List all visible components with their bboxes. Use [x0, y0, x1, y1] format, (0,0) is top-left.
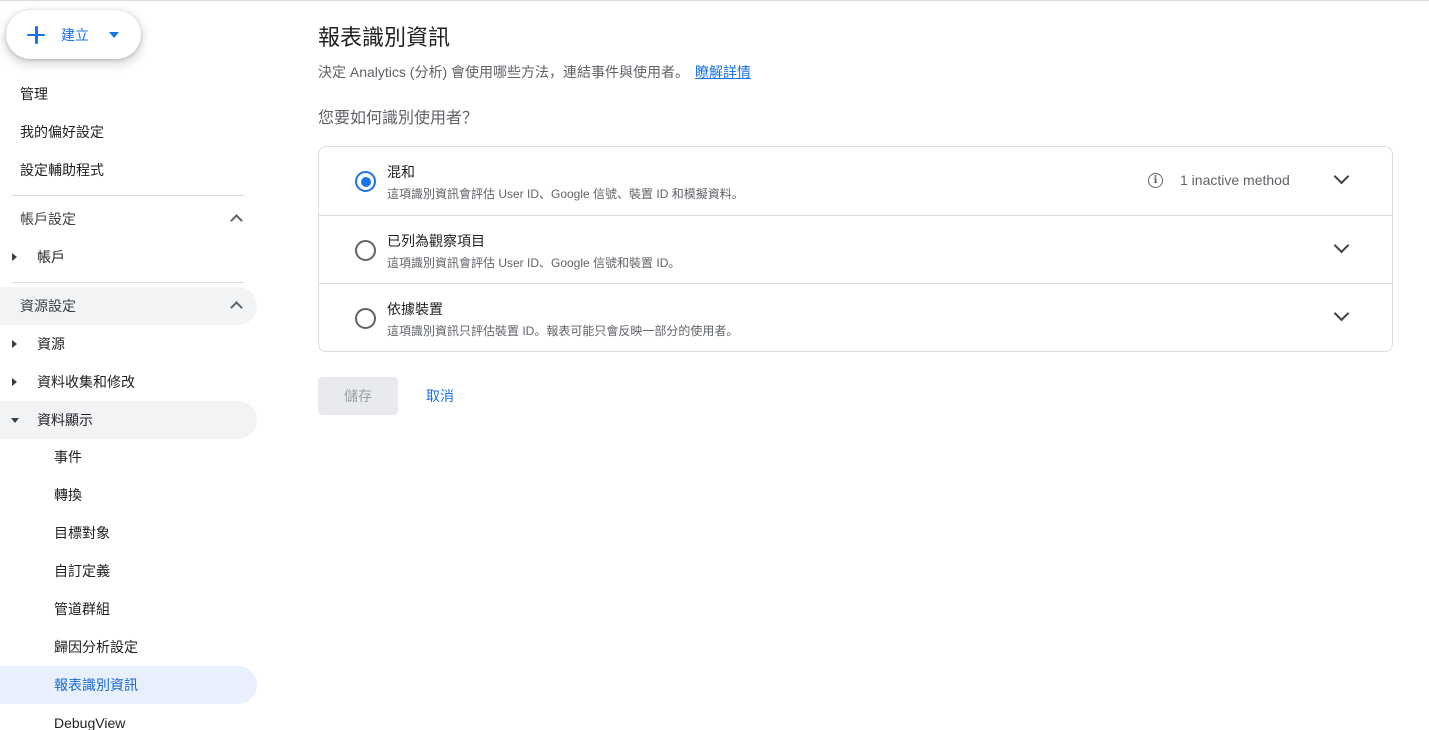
- option-title: 已列為觀察項目: [387, 233, 485, 249]
- sidebar-item-channel-groups[interactable]: 管道群組: [0, 590, 257, 628]
- learn-more-link[interactable]: 瞭解詳情: [695, 64, 751, 80]
- sidebar-item-admin[interactable]: 管理: [0, 75, 257, 113]
- info-icon[interactable]: i: [1148, 173, 1163, 188]
- option-description: 這項識別資訊會評估 User ID、Google 信號、裝置 ID 和模擬資料。: [387, 187, 744, 201]
- page-title: 報表識別資訊: [318, 25, 451, 50]
- radio-device-based[interactable]: [355, 308, 376, 329]
- option-blended[interactable]: 混和 這項識別資訊會評估 User ID、Google 信號、裝置 ID 和模擬…: [319, 147, 1392, 215]
- chevron-down-icon[interactable]: [1333, 168, 1350, 185]
- cancel-button[interactable]: 取消: [418, 377, 462, 415]
- sidebar-item-conversions[interactable]: 轉換: [0, 476, 257, 514]
- subtitle-text: 決定 Analytics (分析) 會使用哪些方法，連結事件與使用者。: [318, 64, 690, 80]
- sidebar-item-label: 資料顯示: [37, 412, 93, 428]
- sidebar-item-property[interactable]: 資源: [0, 325, 257, 363]
- sidebar-item-audiences[interactable]: 目標對象: [0, 514, 257, 552]
- caret-down-icon[interactable]: [109, 31, 119, 38]
- save-button[interactable]: 儲存: [318, 377, 398, 415]
- sidebar: 建立 管理 我的偏好設定 設定輔助程式 帳戶設定 帳戶 資源設定 資源 資料收集…: [0, 0, 272, 730]
- sidebar-item-setup-assistant[interactable]: 設定輔助程式: [0, 151, 257, 189]
- triangle-right-icon: [12, 378, 17, 386]
- sidebar-item-reporting-identity[interactable]: 報表識別資訊: [0, 666, 257, 704]
- identity-options-card: 混和 這項識別資訊會評估 User ID、Google 信號、裝置 ID 和模擬…: [318, 146, 1393, 352]
- sidebar-item-preferences[interactable]: 我的偏好設定: [0, 113, 257, 151]
- sidebar-item-label: 帳戶: [37, 249, 65, 265]
- triangle-down-icon: [11, 418, 19, 423]
- radio-blended[interactable]: [355, 171, 376, 192]
- sidebar-item-data-collection[interactable]: 資料收集和修改: [0, 363, 257, 401]
- option-observed[interactable]: 已列為觀察項目 這項識別資訊會評估 User ID、Google 信號和裝置 I…: [319, 215, 1392, 283]
- sidebar-section-label: 帳戶設定: [20, 211, 76, 227]
- sidebar-item-label: 資源: [37, 336, 65, 352]
- inactive-method-note: 1 inactive method: [1180, 172, 1290, 188]
- option-device-based[interactable]: 依據裝置 這項識別資訊只評估裝置 ID。報表可能只會反映一部分的使用者。: [319, 283, 1392, 351]
- chevron-down-icon[interactable]: [1333, 305, 1350, 322]
- radio-observed[interactable]: [355, 240, 376, 261]
- option-title: 混和: [387, 164, 415, 180]
- sidebar-divider: [12, 195, 244, 196]
- sidebar-section-account-settings[interactable]: 帳戶設定: [0, 200, 257, 238]
- plus-icon: [26, 25, 46, 45]
- chevron-up-icon: [230, 214, 243, 227]
- triangle-right-icon: [12, 340, 17, 348]
- chevron-up-icon: [230, 301, 243, 314]
- option-title: 依據裝置: [387, 301, 443, 317]
- identity-question: 您要如何識別使用者？: [318, 110, 479, 127]
- sidebar-item-account[interactable]: 帳戶: [0, 238, 257, 276]
- create-button-label: 建立: [61, 26, 89, 43]
- create-button[interactable]: 建立: [6, 10, 141, 59]
- sidebar-item-label: 資料收集和修改: [37, 374, 135, 390]
- sidebar-item-custom-definitions[interactable]: 自訂定義: [0, 552, 257, 590]
- sidebar-item-debugview[interactable]: DebugView: [0, 704, 257, 730]
- main-content: 報表識別資訊 決定 Analytics (分析) 會使用哪些方法，連結事件與使用…: [318, 0, 1398, 730]
- page-subtitle: 決定 Analytics (分析) 會使用哪些方法，連結事件與使用者。 瞭解詳情: [318, 62, 751, 82]
- sidebar-divider: [12, 282, 244, 283]
- sidebar-item-data-display[interactable]: 資料顯示: [0, 401, 257, 439]
- sidebar-item-attribution-settings[interactable]: 歸因分析設定: [0, 628, 257, 666]
- chevron-down-icon[interactable]: [1333, 237, 1350, 254]
- option-description: 這項識別資訊只評估裝置 ID。報表可能只會反映一部分的使用者。: [387, 324, 739, 338]
- option-description: 這項識別資訊會評估 User ID、Google 信號和裝置 ID。: [387, 256, 681, 270]
- sidebar-section-property-settings[interactable]: 資源設定: [0, 287, 257, 325]
- sidebar-item-events[interactable]: 事件: [0, 438, 257, 476]
- triangle-right-icon: [12, 253, 17, 261]
- sidebar-section-label: 資源設定: [20, 298, 76, 314]
